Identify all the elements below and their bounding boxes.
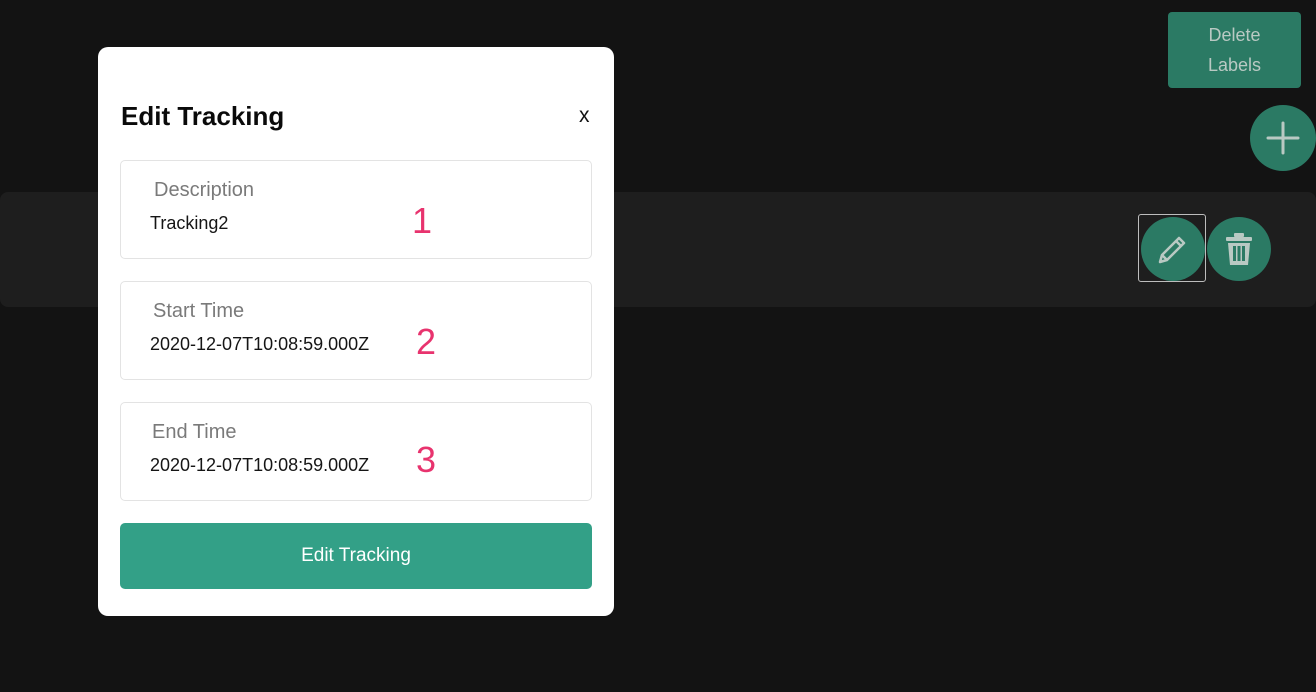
page: Delete Labels Edit Tracking x Descriptio… bbox=[0, 0, 1316, 692]
annotation-number: 3 bbox=[416, 439, 437, 480]
description-label: Description bbox=[154, 179, 255, 201]
modal-title: Edit Tracking bbox=[121, 101, 285, 131]
annotation-number: 2 bbox=[416, 321, 437, 362]
end-time-field[interactable]: End Time 2020-12-07T10:08:59.000Z 3 bbox=[120, 402, 592, 501]
edit-tracking-button[interactable] bbox=[1141, 217, 1205, 281]
trash-icon bbox=[1226, 233, 1252, 265]
delete-labels-label: Delete Labels bbox=[1207, 25, 1262, 75]
edit-tracking-submit-button[interactable]: Edit Tracking bbox=[120, 523, 592, 589]
start-time-label: Start Time bbox=[153, 300, 245, 322]
delete-tracking-button[interactable] bbox=[1207, 217, 1271, 281]
close-button[interactable]: x bbox=[579, 104, 590, 128]
description-value[interactable]: Tracking2 bbox=[150, 213, 228, 234]
pencil-icon bbox=[1158, 236, 1186, 264]
start-time-value[interactable]: 2020-12-07T10:08:59.000Z bbox=[150, 334, 369, 355]
description-field[interactable]: Description Tracking2 1 bbox=[120, 160, 592, 259]
start-time-field[interactable]: Start Time 2020-12-07T10:08:59.000Z 2 bbox=[120, 281, 592, 380]
delete-labels-button[interactable]: Delete Labels bbox=[1168, 12, 1301, 88]
submit-label: Edit Tracking bbox=[301, 545, 411, 566]
end-time-value[interactable]: 2020-12-07T10:08:59.000Z bbox=[150, 455, 369, 476]
edit-tracking-modal: Edit Tracking x Description Tracking2 1 … bbox=[98, 47, 614, 616]
annotation-number: 1 bbox=[412, 200, 433, 241]
add-tracking-button[interactable] bbox=[1250, 105, 1316, 171]
plus-icon bbox=[1266, 121, 1300, 155]
end-time-label: End Time bbox=[152, 421, 237, 443]
